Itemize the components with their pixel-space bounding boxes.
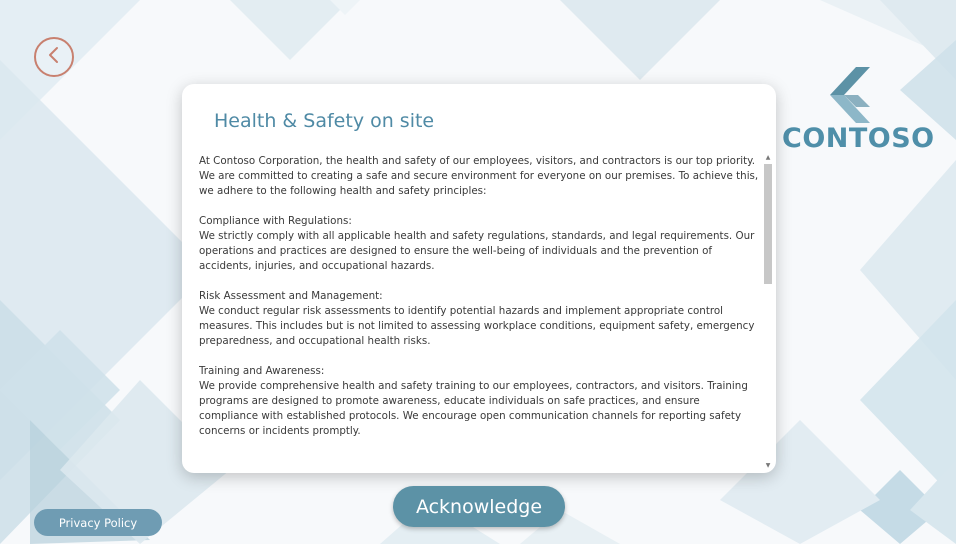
contoso-logo-icon — [830, 67, 870, 123]
back-button[interactable] — [34, 37, 74, 77]
dialog-title: Health & Safety on site — [214, 110, 435, 132]
policy-paragraph: Compliance with Regulations: We strictly… — [199, 215, 755, 272]
logo-text: CONTOSO — [782, 123, 935, 154]
privacy-policy-button[interactable]: Privacy Policy — [34, 509, 162, 536]
policy-paragraph: Risk Assessment and Management: We condu… — [199, 290, 755, 347]
scroll-up-arrow-icon[interactable]: ▲ — [764, 154, 772, 162]
scroll-down-arrow-icon[interactable]: ▼ — [764, 462, 772, 470]
chevron-left-icon — [46, 46, 62, 68]
policy-paragraph: Training and Awareness: We provide compr… — [199, 365, 748, 437]
health-safety-dialog: Health & Safety on site At Contoso Corpo… — [182, 84, 776, 473]
policy-paragraph: At Contoso Corporation, the health and s… — [199, 155, 759, 197]
dialog-scrollbar[interactable]: ▲ ▼ — [764, 154, 772, 470]
contoso-logo: CONTOSO — [782, 67, 935, 157]
acknowledge-button[interactable]: Acknowledge — [393, 486, 565, 527]
dialog-body[interactable]: At Contoso Corporation, the health and s… — [199, 154, 761, 460]
scrollbar-thumb[interactable] — [764, 164, 772, 284]
